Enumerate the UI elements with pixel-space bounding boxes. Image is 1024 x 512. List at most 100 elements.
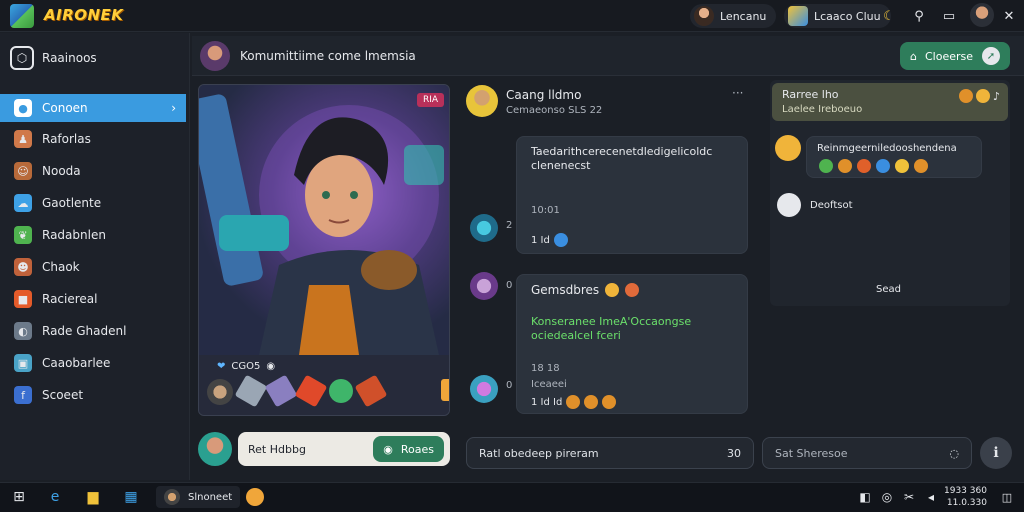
reaction-bubble: Reinmgeerniledooshendena xyxy=(806,136,982,178)
app-avatar-icon xyxy=(164,489,180,505)
emoji-icon xyxy=(602,395,617,409)
user-pill-1[interactable]: Lencanu xyxy=(690,4,777,28)
clock-time: 1933 360 xyxy=(944,486,987,496)
close-icon[interactable]: ✕ xyxy=(1000,7,1018,25)
sidebar-header: ⬡ Raainoos xyxy=(10,46,97,70)
sidebar-item-label: Raciereal xyxy=(42,292,98,306)
emoji-icon xyxy=(625,283,640,297)
message-input[interactable]: Ratl obedeep pireram 30 xyxy=(466,437,754,469)
character-illustration xyxy=(199,94,444,355)
reaction-text: Reinmgeerniledooshendena xyxy=(817,143,957,154)
start-icon[interactable]: ⊞ xyxy=(8,486,30,508)
info-button[interactable]: ℹ xyxy=(980,437,1012,469)
hero-icon: ☻ xyxy=(14,258,32,276)
message-1-meta-text: 1 Id xyxy=(531,234,550,246)
notification-icon[interactable]: ◫ xyxy=(996,486,1018,508)
card-badge: RIA xyxy=(417,93,445,107)
sidebar-item-5[interactable]: ☻ Chaok xyxy=(0,253,186,281)
chat-icon[interactable]: ▭ xyxy=(940,7,958,25)
sender-avatar-icon xyxy=(470,214,498,242)
character-art xyxy=(199,85,449,355)
hero-avatar-icon[interactable] xyxy=(207,379,233,405)
browser-icon[interactable]: e xyxy=(44,486,66,508)
taskbar-app-label: Slnoneet xyxy=(188,491,233,503)
message-count: 30 xyxy=(727,446,741,460)
sidebar-item-3[interactable]: ☁ Gaotlente xyxy=(0,189,186,217)
profile-avatar-icon[interactable] xyxy=(970,3,994,27)
user-pill-1-label: Lencanu xyxy=(720,9,767,23)
emoji-icon xyxy=(958,89,973,103)
sidebar-item-4[interactable]: ❦ Radabnlen xyxy=(0,221,186,249)
eye-icon: ◉ xyxy=(266,361,276,372)
message-2-count: 0 xyxy=(506,280,513,291)
sidebar-item-label: Conoen xyxy=(42,101,88,115)
network-icon[interactable]: ◎ xyxy=(876,486,898,508)
chevron-right-icon: › xyxy=(171,101,176,115)
compass-icon: ➚ xyxy=(982,47,1000,65)
sidebar-header-label: Raainoos xyxy=(42,51,97,65)
sword-icon[interactable] xyxy=(234,374,268,408)
more-icon[interactable]: ··· xyxy=(732,86,743,100)
message-2-header: Gemsdbres xyxy=(531,283,640,297)
sidebar-item-1[interactable]: ♟ Raforlas xyxy=(0,125,186,153)
search-input[interactable]: Sat Sheresoe ◌ xyxy=(762,437,972,469)
sidebar-item-8[interactable]: ▣ Caaobarlee xyxy=(0,349,186,377)
notice-card[interactable]: Rarree lho Laelee Ireboeuo ♪ xyxy=(772,83,1008,121)
fire-icon[interactable] xyxy=(294,374,328,408)
sidebar-item-9[interactable]: f Scoeet xyxy=(0,381,186,409)
message-bubble-2: Gemsdbres Konseranee ImeA'Occaongse ocie… xyxy=(516,274,748,414)
search-placeholder: Sat Sheresoe xyxy=(775,446,848,460)
shield-icon[interactable] xyxy=(329,379,353,403)
contact-avatar-icon xyxy=(466,85,498,117)
sidebar-item-label: Gaotlente xyxy=(42,196,102,210)
emoji-app-icon[interactable] xyxy=(244,486,266,508)
app-logo-text: AIRONEK xyxy=(44,6,124,24)
sender-avatar-icon xyxy=(470,272,498,300)
header-action-button[interactable]: ⌂ Cloeerse ➚ xyxy=(900,42,1010,70)
globe-icon xyxy=(553,233,568,247)
emoji-icon xyxy=(838,159,852,173)
moon-icon[interactable]: ☾ xyxy=(880,7,898,25)
emoji-icon xyxy=(819,159,833,173)
blade-icon[interactable] xyxy=(264,374,298,408)
taskbar-clock[interactable]: 1933 360 11.0.330 xyxy=(944,485,987,509)
volume-icon[interactable]: ◂ xyxy=(920,486,942,508)
sidebar-item-label: Caaobarlee xyxy=(42,356,111,370)
sidebar-item-6[interactable]: ■ Raciereal xyxy=(0,285,186,313)
clock-date: 11.0.330 xyxy=(946,498,987,508)
axe-icon[interactable] xyxy=(354,374,388,408)
message-1-text: Taedarithcerecenetdledigelicoldc clenene… xyxy=(531,145,713,172)
reaction-row xyxy=(819,159,928,173)
contact-status: Cemaeonso SLS 22 xyxy=(506,105,603,116)
tools-icon[interactable]: ✂ xyxy=(898,486,920,508)
reply-box[interactable]: Ret Hdbbg ◉ Roaes xyxy=(238,432,450,466)
taskbar-app[interactable]: Slnoneet xyxy=(156,486,241,508)
folder-icon[interactable]: ▆ xyxy=(82,486,104,508)
home-icon: ● xyxy=(14,99,32,117)
emoji-icon xyxy=(566,395,581,409)
user-pill-2[interactable]: Lcaaco Cluu xyxy=(784,4,891,28)
reply-avatar-icon xyxy=(198,432,232,466)
message-2-meta-text: 1 Id Id xyxy=(531,396,563,408)
tray-icon[interactable]: ◧ xyxy=(854,486,876,508)
sidebar-item-label: Rade Ghadenl xyxy=(42,324,127,338)
game-icon xyxy=(788,6,808,26)
game-card[interactable]: RIA ❤ CGO5 ◉ xyxy=(198,84,450,416)
reply-button[interactable]: ◉ Roaes xyxy=(373,436,444,462)
sidebar-item-label: Chaok xyxy=(42,260,80,274)
character-icon: ☺ xyxy=(14,162,32,180)
emoji-icon xyxy=(975,89,990,103)
reply-label: Ret Hdbbg xyxy=(248,442,306,456)
bell-icon[interactable]: ⚲ xyxy=(910,7,928,25)
chest-icon[interactable] xyxy=(441,379,449,401)
message-1-time: 10:01 xyxy=(531,205,560,216)
sidebar-item-0[interactable]: ● Conoen › xyxy=(0,94,186,122)
sidebar-item-7[interactable]: ◐ Rade Ghadenl xyxy=(0,317,186,345)
store-icon[interactable]: ▦ xyxy=(120,486,142,508)
home-icon: ⌂ xyxy=(910,49,917,63)
notice-title: Rarree lho xyxy=(782,88,839,101)
facebook-icon: f xyxy=(14,386,32,404)
reply-button-label: Roaes xyxy=(400,442,434,456)
badge-icon: ■ xyxy=(14,290,32,308)
sidebar-item-2[interactable]: ☺ Nooda xyxy=(0,157,186,185)
